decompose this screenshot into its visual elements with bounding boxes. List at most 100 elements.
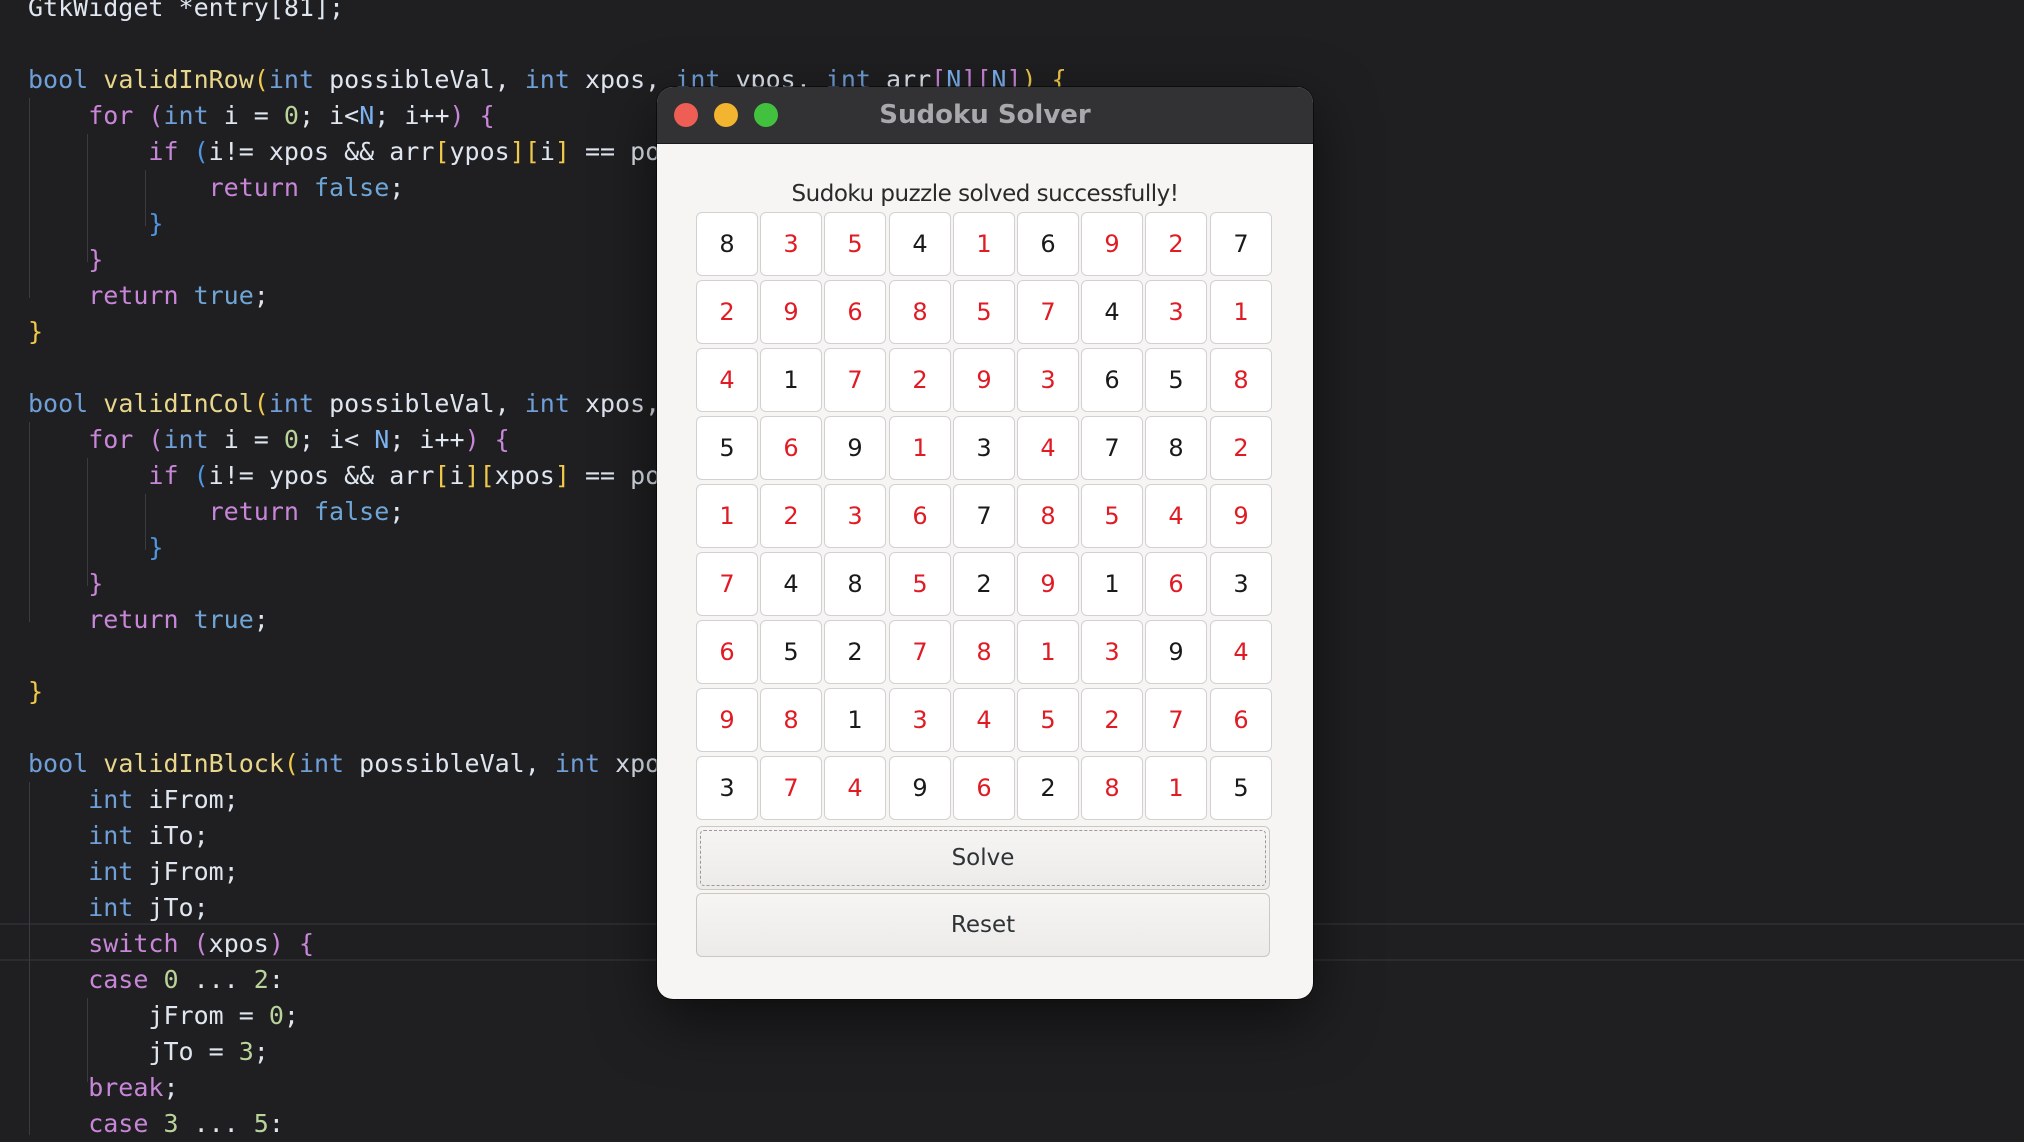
code-line[interactable]: int jTo; xyxy=(28,890,208,926)
sudoku-cell[interactable]: 2 xyxy=(1017,756,1079,820)
sudoku-cell[interactable]: 9 xyxy=(1081,212,1143,276)
sudoku-cell[interactable]: 7 xyxy=(889,620,951,684)
sudoku-cell[interactable]: 2 xyxy=(1145,212,1207,276)
sudoku-cell[interactable]: 1 xyxy=(696,484,758,548)
code-line[interactable]: return true; xyxy=(28,278,269,314)
sudoku-cell[interactable]: 5 xyxy=(1081,484,1143,548)
code-line[interactable]: case 3 ... 5: xyxy=(28,1106,284,1142)
sudoku-cell[interactable]: 8 xyxy=(1081,756,1143,820)
sudoku-cell[interactable]: 3 xyxy=(1081,620,1143,684)
sudoku-cell[interactable]: 6 xyxy=(1145,552,1207,616)
sudoku-cell[interactable]: 5 xyxy=(1210,756,1272,820)
sudoku-cell[interactable]: 8 xyxy=(953,620,1015,684)
sudoku-cell[interactable]: 6 xyxy=(760,416,822,480)
sudoku-cell[interactable]: 9 xyxy=(1210,484,1272,548)
code-line[interactable]: } xyxy=(28,242,103,278)
sudoku-cell[interactable]: 8 xyxy=(1017,484,1079,548)
sudoku-cell[interactable]: 6 xyxy=(953,756,1015,820)
sudoku-cell[interactable]: 5 xyxy=(760,620,822,684)
sudoku-cell[interactable]: 6 xyxy=(889,484,951,548)
sudoku-cell[interactable]: 9 xyxy=(953,348,1015,412)
sudoku-cell[interactable]: 2 xyxy=(953,552,1015,616)
sudoku-cell[interactable]: 7 xyxy=(1017,280,1079,344)
sudoku-cell[interactable]: 6 xyxy=(696,620,758,684)
code-line[interactable]: break; xyxy=(28,1070,178,1106)
sudoku-cell[interactable]: 4 xyxy=(760,552,822,616)
sudoku-cell[interactable]: 6 xyxy=(1017,212,1079,276)
code-line[interactable]: bool validInBlock(int possibleVal, int x… xyxy=(28,746,690,782)
sudoku-cell[interactable]: 1 xyxy=(824,688,886,752)
sudoku-cell[interactable]: 1 xyxy=(953,212,1015,276)
sudoku-cell[interactable]: 9 xyxy=(889,756,951,820)
code-line[interactable]: return false; xyxy=(28,170,405,206)
sudoku-cell[interactable]: 2 xyxy=(1210,416,1272,480)
sudoku-cell[interactable]: 9 xyxy=(1145,620,1207,684)
sudoku-cell[interactable]: 4 xyxy=(1145,484,1207,548)
sudoku-cell[interactable]: 4 xyxy=(824,756,886,820)
sudoku-cell[interactable]: 2 xyxy=(760,484,822,548)
sudoku-cell[interactable]: 8 xyxy=(889,280,951,344)
sudoku-cell[interactable]: 3 xyxy=(696,756,758,820)
code-line[interactable]: } xyxy=(28,566,103,602)
code-line[interactable]: switch (xpos) { xyxy=(28,926,314,962)
sudoku-cell[interactable]: 1 xyxy=(889,416,951,480)
sudoku-cell[interactable]: 8 xyxy=(824,552,886,616)
sudoku-cell[interactable]: 3 xyxy=(953,416,1015,480)
sudoku-cell[interactable]: 3 xyxy=(824,484,886,548)
code-line[interactable]: } xyxy=(28,314,43,350)
sudoku-cell[interactable]: 7 xyxy=(953,484,1015,548)
sudoku-cell[interactable]: 5 xyxy=(824,212,886,276)
code-line[interactable]: if (i!= ypos && arr[i][xpos] == poss xyxy=(28,458,690,494)
code-line[interactable]: jFrom = 0; xyxy=(28,998,299,1034)
sudoku-cell[interactable]: 8 xyxy=(760,688,822,752)
sudoku-cell[interactable]: 7 xyxy=(1145,688,1207,752)
code-line[interactable]: int iFrom; xyxy=(28,782,239,818)
code-line[interactable]: return false; xyxy=(28,494,405,530)
sudoku-cell[interactable]: 1 xyxy=(1081,552,1143,616)
sudoku-cell[interactable]: 7 xyxy=(824,348,886,412)
code-line[interactable]: if (i!= xpos && arr[ypos][i] == poss xyxy=(28,134,690,170)
code-line[interactable]: int iTo; xyxy=(28,818,208,854)
solve-button[interactable]: Solve xyxy=(696,826,1270,890)
code-line[interactable]: jTo = 3; xyxy=(28,1034,268,1070)
code-line[interactable]: return true; xyxy=(28,602,269,638)
sudoku-cell[interactable]: 7 xyxy=(696,552,758,616)
sudoku-cell[interactable]: 2 xyxy=(889,348,951,412)
sudoku-cell[interactable]: 2 xyxy=(824,620,886,684)
code-line[interactable]: } xyxy=(28,530,163,566)
sudoku-cell[interactable]: 1 xyxy=(1145,756,1207,820)
code-line[interactable]: bool validInCol(int possibleVal, int xpo… xyxy=(28,386,690,422)
code-line[interactable]: } xyxy=(28,674,43,710)
code-line[interactable]: for (int i = 0; i<N; i++) { xyxy=(28,98,494,134)
sudoku-cell[interactable]: 9 xyxy=(696,688,758,752)
sudoku-cell[interactable]: 1 xyxy=(1210,280,1272,344)
sudoku-cell[interactable]: 4 xyxy=(1017,416,1079,480)
sudoku-cell[interactable]: 5 xyxy=(696,416,758,480)
title-bar[interactable]: Sudoku Solver xyxy=(657,87,1313,144)
sudoku-cell[interactable]: 4 xyxy=(1210,620,1272,684)
sudoku-cell[interactable]: 3 xyxy=(1145,280,1207,344)
sudoku-cell[interactable]: 2 xyxy=(696,280,758,344)
sudoku-cell[interactable]: 6 xyxy=(824,280,886,344)
sudoku-cell[interactable]: 4 xyxy=(696,348,758,412)
sudoku-cell[interactable]: 5 xyxy=(1017,688,1079,752)
sudoku-cell[interactable]: 6 xyxy=(1081,348,1143,412)
sudoku-cell[interactable]: 5 xyxy=(1145,348,1207,412)
sudoku-cell[interactable]: 3 xyxy=(889,688,951,752)
sudoku-cell[interactable]: 7 xyxy=(1210,212,1272,276)
sudoku-cell[interactable]: 4 xyxy=(953,688,1015,752)
sudoku-cell[interactable]: 9 xyxy=(824,416,886,480)
sudoku-cell[interactable]: 5 xyxy=(889,552,951,616)
sudoku-cell[interactable]: 3 xyxy=(760,212,822,276)
sudoku-cell[interactable]: 1 xyxy=(760,348,822,412)
sudoku-cell[interactable]: 8 xyxy=(1210,348,1272,412)
sudoku-cell[interactable]: 1 xyxy=(1017,620,1079,684)
sudoku-cell[interactable]: 8 xyxy=(696,212,758,276)
sudoku-cell[interactable]: 9 xyxy=(760,280,822,344)
sudoku-cell[interactable]: 7 xyxy=(1081,416,1143,480)
code-line[interactable]: case 0 ... 2: xyxy=(28,962,284,998)
sudoku-cell[interactable]: 7 xyxy=(760,756,822,820)
reset-button[interactable]: Reset xyxy=(696,893,1270,957)
code-line[interactable]: int jFrom; xyxy=(28,854,239,890)
sudoku-cell[interactable]: 9 xyxy=(1017,552,1079,616)
